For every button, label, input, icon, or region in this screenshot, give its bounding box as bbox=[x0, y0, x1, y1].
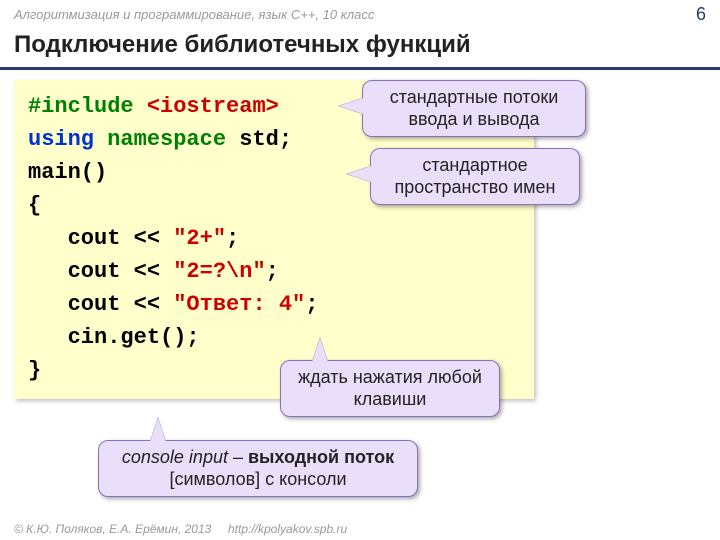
code-line: cin.get(); bbox=[28, 321, 520, 354]
code-line: cout << "2=?\n"; bbox=[28, 255, 520, 288]
code-line: cout << "Ответ: 4"; bbox=[28, 288, 520, 321]
content-area: #include <iostream> using namespace std;… bbox=[0, 70, 720, 399]
callout-console: console input – выходной поток [символов… bbox=[98, 440, 418, 497]
course-title: Алгоритмизация и программирование, язык … bbox=[14, 7, 374, 22]
pointer-icon bbox=[339, 98, 363, 114]
console-output-bold: выходной поток bbox=[248, 447, 394, 467]
footer: © К.Ю. Поляков, Е.А. Ерёмин, 2013 http:/… bbox=[14, 522, 347, 536]
copyright: © К.Ю. Поляков, Е.А. Ерёмин, 2013 bbox=[14, 522, 211, 536]
code-line: cout << "2+"; bbox=[28, 222, 520, 255]
footer-url: http://kpolyakov.spb.ru bbox=[228, 522, 347, 536]
callout-namespace: стандартное пространство имен bbox=[370, 148, 580, 205]
pointer-icon bbox=[347, 166, 371, 182]
page-number: 6 bbox=[696, 4, 706, 25]
pointer-icon bbox=[312, 338, 328, 362]
console-input-italic: console input bbox=[122, 447, 228, 467]
callout-streams: стандартные потоки ввода и вывода bbox=[362, 80, 586, 137]
slide-title: Подключение библиотечных функций bbox=[0, 27, 720, 70]
pointer-icon bbox=[150, 418, 166, 442]
callout-waitkey: ждать нажатия любой клавиши bbox=[280, 360, 500, 417]
